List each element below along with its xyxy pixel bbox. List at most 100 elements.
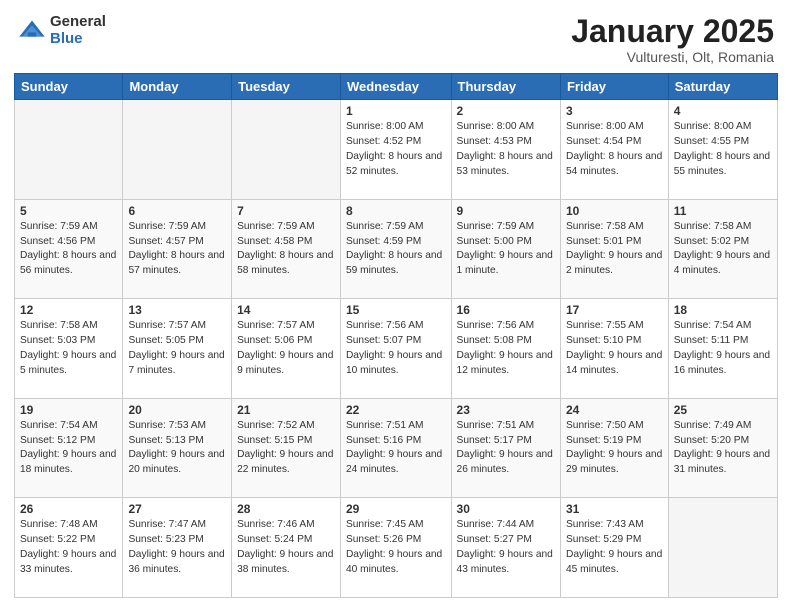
calendar-cell <box>123 100 232 200</box>
day-info: Sunrise: 7:47 AMSunset: 5:23 PMDaylight:… <box>128 518 226 577</box>
calendar-cell: 2Sunrise: 8:00 AMSunset: 4:53 PMDaylight… <box>451 100 560 200</box>
calendar-cell <box>15 100 123 200</box>
logo-general: General <box>50 14 106 31</box>
calendar-cell: 6 Sunrise: 7:59 AMSunset: 4:57 PMDaylight… <box>123 199 232 299</box>
calendar-page: General Blue January 2025 Vulturesti, Ol… <box>0 0 792 612</box>
calendar-cell: 28 Sunrise: 7:46 AMSunset: 5:24 PMDayligh… <box>232 498 341 598</box>
day-info: Sunrise: 7:53 AMSunset: 5:13 PMDaylight:… <box>128 419 226 478</box>
day-info: Sunrise: 7:54 AMSunset: 5:12 PMDaylight:… <box>20 419 117 478</box>
day-info: Sunrise: 7:57 AMSunset: 5:05 PMDaylight:… <box>128 319 226 378</box>
title-area: January 2025 Vulturesti, Olt, Romania <box>571 14 774 65</box>
calendar-cell: 14Sunrise: 7:57 AMSunset: 5:06 PMDayligh… <box>232 299 341 399</box>
day-info: Sunrise: 7:51 AMSunset: 5:17 PMDaylight:… <box>457 419 555 478</box>
calendar-cell: 8 Sunrise: 7:59 AMSunset: 4:59 PMDaylight… <box>340 199 451 299</box>
day-number: 15 <box>346 303 446 317</box>
day-info: Sunrise: 7:44 AMSunset: 5:27 PMDaylight:… <box>457 518 555 577</box>
day-number: 29 <box>346 502 446 516</box>
day-number: 9 <box>457 204 555 218</box>
calendar-cell: 11Sunrise: 7:58 AMSunset: 5:02 PMDayligh… <box>668 199 777 299</box>
day-number: 1 <box>346 104 446 118</box>
day-number: 18 <box>674 303 772 317</box>
calendar-cell: 21 Sunrise: 7:52 AMSunset: 5:15 PMDayligh… <box>232 398 341 498</box>
weekday-header-tuesday: Tuesday <box>232 74 341 100</box>
day-number: 7 <box>237 204 335 218</box>
weekday-header-saturday: Saturday <box>668 74 777 100</box>
calendar-cell: 31Sunrise: 7:43 AMSunset: 5:29 PMDayligh… <box>560 498 668 598</box>
day-number: 21 <box>237 403 335 417</box>
calendar-table: SundayMondayTuesdayWednesdayThursdayFrid… <box>14 73 778 598</box>
day-info: Sunrise: 8:00 AMSunset: 4:54 PMDaylight:… <box>566 120 663 179</box>
calendar-cell: 29 Sunrise: 7:45 AMSunset: 5:26 PMDayligh… <box>340 498 451 598</box>
day-number: 8 <box>346 204 446 218</box>
calendar-cell: 19 Sunrise: 7:54 AMSunset: 5:12 PMDayligh… <box>15 398 123 498</box>
calendar-cell <box>232 100 341 200</box>
calendar-cell: 16Sunrise: 7:56 AMSunset: 5:08 PMDayligh… <box>451 299 560 399</box>
week-row-4: 19 Sunrise: 7:54 AMSunset: 5:12 PMDayligh… <box>15 398 778 498</box>
day-info: Sunrise: 8:00 AMSunset: 4:55 PMDaylight:… <box>674 120 772 179</box>
day-number: 14 <box>237 303 335 317</box>
logo-blue: Blue <box>50 31 106 48</box>
day-number: 26 <box>20 502 117 516</box>
day-number: 28 <box>237 502 335 516</box>
calendar-cell: 30Sunrise: 7:44 AMSunset: 5:27 PMDayligh… <box>451 498 560 598</box>
day-number: 25 <box>674 403 772 417</box>
day-info: Sunrise: 7:46 AMSunset: 5:24 PMDaylight:… <box>237 518 335 577</box>
day-number: 16 <box>457 303 555 317</box>
calendar-cell: 12 Sunrise: 7:58 AMSunset: 5:03 PMDayligh… <box>15 299 123 399</box>
weekday-header-friday: Friday <box>560 74 668 100</box>
calendar-cell: 22 Sunrise: 7:51 AMSunset: 5:16 PMDayligh… <box>340 398 451 498</box>
calendar-cell: 13 Sunrise: 7:57 AMSunset: 5:05 PMDayligh… <box>123 299 232 399</box>
week-row-1: 1Sunrise: 8:00 AMSunset: 4:52 PMDaylight… <box>15 100 778 200</box>
day-info: Sunrise: 7:59 AMSunset: 4:57 PMDaylight:… <box>128 220 226 279</box>
calendar-cell: 1Sunrise: 8:00 AMSunset: 4:52 PMDaylight… <box>340 100 451 200</box>
day-info: Sunrise: 7:59 AMSunset: 4:59 PMDaylight:… <box>346 220 446 279</box>
day-number: 19 <box>20 403 117 417</box>
day-info: Sunrise: 7:56 AMSunset: 5:07 PMDaylight:… <box>346 319 446 378</box>
week-row-5: 26Sunrise: 7:48 AMSunset: 5:22 PMDayligh… <box>15 498 778 598</box>
calendar-cell: 4 Sunrise: 8:00 AMSunset: 4:55 PMDaylight… <box>668 100 777 200</box>
day-number: 12 <box>20 303 117 317</box>
day-info: Sunrise: 7:59 AMSunset: 4:58 PMDaylight:… <box>237 220 335 279</box>
calendar-cell: 3Sunrise: 8:00 AMSunset: 4:54 PMDaylight… <box>560 100 668 200</box>
day-number: 22 <box>346 403 446 417</box>
day-info: Sunrise: 7:59 AMSunset: 5:00 PMDaylight:… <box>457 220 555 279</box>
day-number: 5 <box>20 204 117 218</box>
day-number: 13 <box>128 303 226 317</box>
day-info: Sunrise: 7:45 AMSunset: 5:26 PMDaylight:… <box>346 518 446 577</box>
day-number: 24 <box>566 403 663 417</box>
day-number: 17 <box>566 303 663 317</box>
calendar-cell: 5 Sunrise: 7:59 AMSunset: 4:56 PMDaylight… <box>15 199 123 299</box>
logo-text: General Blue <box>50 14 106 47</box>
day-number: 4 <box>674 104 772 118</box>
day-info: Sunrise: 7:58 AMSunset: 5:02 PMDaylight:… <box>674 220 772 279</box>
weekday-header-monday: Monday <box>123 74 232 100</box>
day-info: Sunrise: 7:59 AMSunset: 4:56 PMDaylight:… <box>20 220 117 279</box>
logo-icon <box>18 17 46 45</box>
logo: General Blue <box>18 14 106 47</box>
weekday-header-row: SundayMondayTuesdayWednesdayThursdayFrid… <box>15 74 778 100</box>
calendar-cell: 24 Sunrise: 7:50 AMSunset: 5:19 PMDayligh… <box>560 398 668 498</box>
weekday-header-sunday: Sunday <box>15 74 123 100</box>
day-info: Sunrise: 7:49 AMSunset: 5:20 PMDaylight:… <box>674 419 772 478</box>
day-number: 6 <box>128 204 226 218</box>
week-row-2: 5 Sunrise: 7:59 AMSunset: 4:56 PMDaylight… <box>15 199 778 299</box>
day-number: 23 <box>457 403 555 417</box>
weekday-header-wednesday: Wednesday <box>340 74 451 100</box>
day-info: Sunrise: 7:50 AMSunset: 5:19 PMDaylight:… <box>566 419 663 478</box>
calendar-cell: 26Sunrise: 7:48 AMSunset: 5:22 PMDayligh… <box>15 498 123 598</box>
calendar-cell: 18 Sunrise: 7:54 AMSunset: 5:11 PMDayligh… <box>668 299 777 399</box>
calendar-cell: 17Sunrise: 7:55 AMSunset: 5:10 PMDayligh… <box>560 299 668 399</box>
day-info: Sunrise: 7:58 AMSunset: 5:03 PMDaylight:… <box>20 319 117 378</box>
day-info: Sunrise: 7:51 AMSunset: 5:16 PMDaylight:… <box>346 419 446 478</box>
calendar-cell: 23 Sunrise: 7:51 AMSunset: 5:17 PMDayligh… <box>451 398 560 498</box>
calendar-cell <box>668 498 777 598</box>
day-info: Sunrise: 7:52 AMSunset: 5:15 PMDaylight:… <box>237 419 335 478</box>
calendar-cell: 7 Sunrise: 7:59 AMSunset: 4:58 PMDaylight… <box>232 199 341 299</box>
calendar-cell: 9 Sunrise: 7:59 AMSunset: 5:00 PMDaylight… <box>451 199 560 299</box>
calendar-cell: 27Sunrise: 7:47 AMSunset: 5:23 PMDayligh… <box>123 498 232 598</box>
calendar-cell: 25 Sunrise: 7:49 AMSunset: 5:20 PMDayligh… <box>668 398 777 498</box>
day-number: 2 <box>457 104 555 118</box>
day-info: Sunrise: 7:54 AMSunset: 5:11 PMDaylight:… <box>674 319 772 378</box>
calendar-cell: 10Sunrise: 7:58 AMSunset: 5:01 PMDayligh… <box>560 199 668 299</box>
day-info: Sunrise: 7:58 AMSunset: 5:01 PMDaylight:… <box>566 220 663 279</box>
